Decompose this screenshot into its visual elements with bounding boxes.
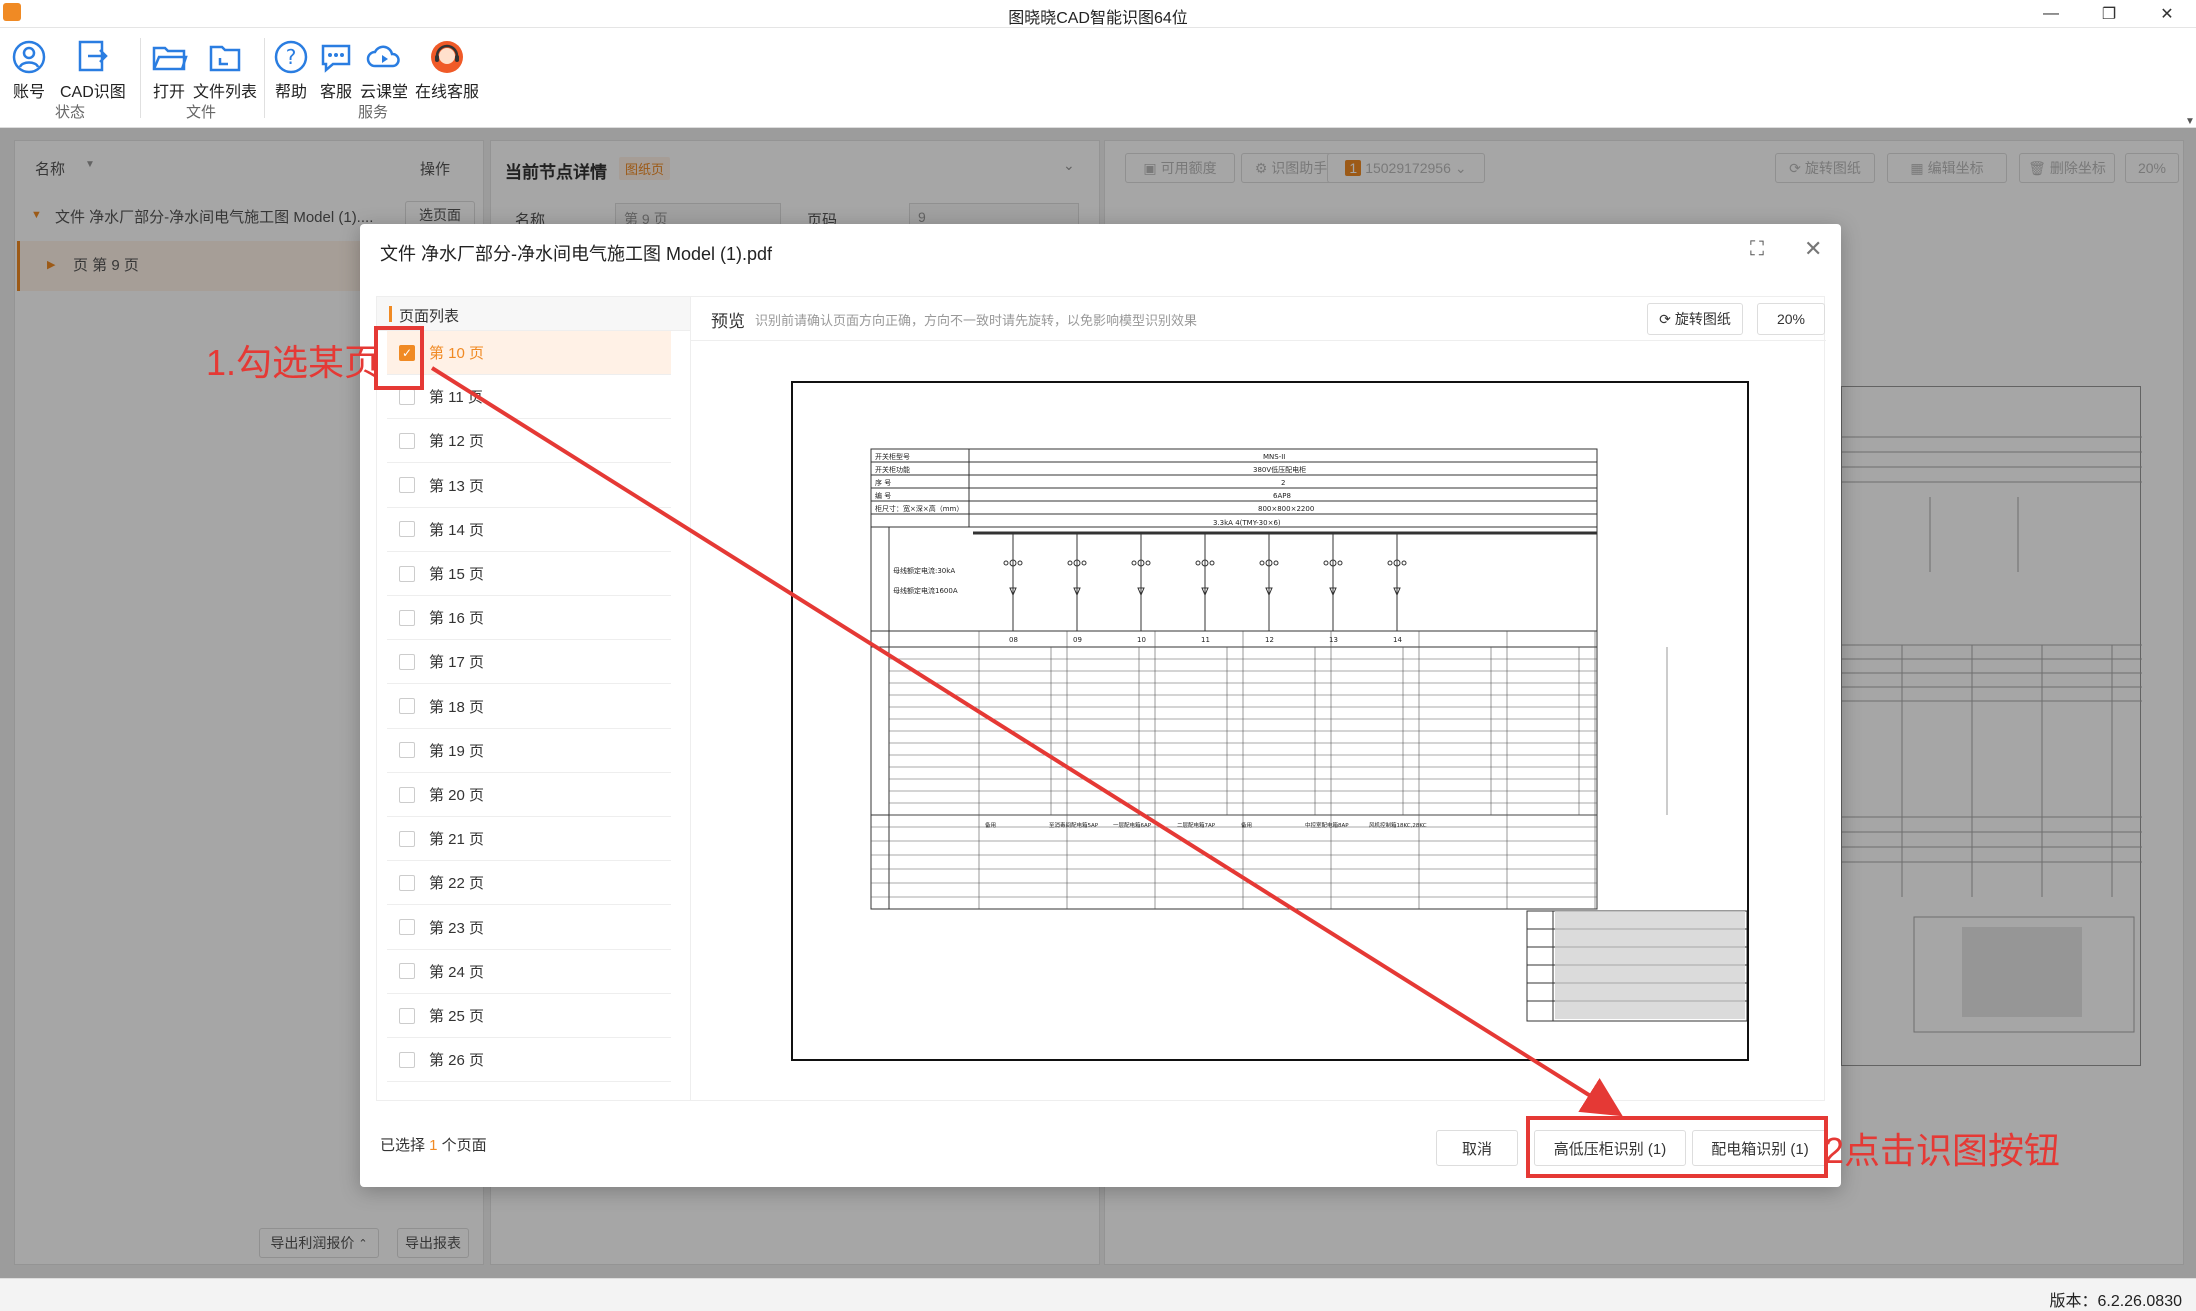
arrow-line <box>430 366 1623 1117</box>
annotation-arrow <box>430 366 1623 1117</box>
